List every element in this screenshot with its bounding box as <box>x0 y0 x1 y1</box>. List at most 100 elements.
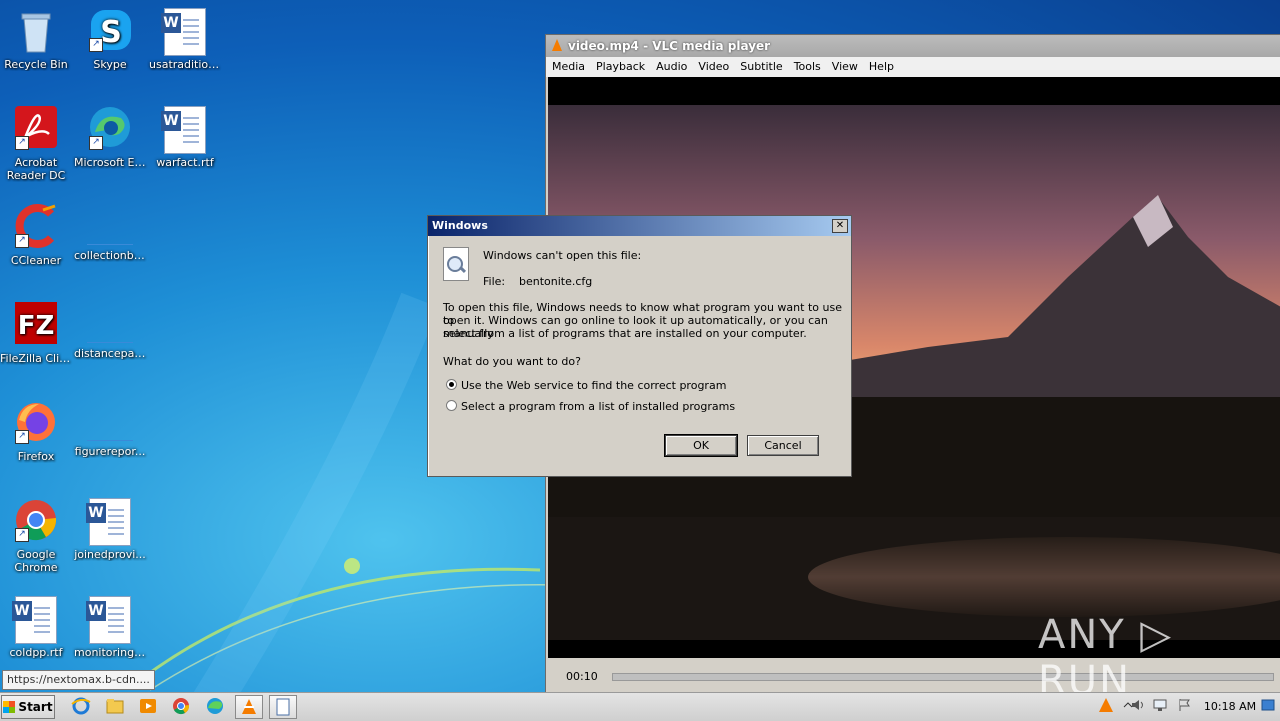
desktop-icon-ccleaner[interactable]: ↗ CCleaner <box>0 204 74 267</box>
svg-text:S: S <box>100 15 122 50</box>
desktop-icon-edge[interactable]: ↗ Microsoft Edge <box>72 106 148 169</box>
dialog-title-bar[interactable]: Windows <box>428 216 851 236</box>
icon-label: Firefox <box>17 450 55 463</box>
icon-label: Google Chrome <box>14 548 58 574</box>
taskbar-ie-button[interactable] <box>68 695 94 717</box>
radio-installed-programs[interactable] <box>446 400 457 411</box>
desktop-icon-acrobat[interactable]: ↗ Acrobat Reader DC <box>0 106 74 182</box>
icon-label: Microsoft Edge <box>74 156 148 169</box>
recycle-bin-icon <box>13 8 59 54</box>
edge-icon: ↗ <box>87 106 133 152</box>
desktop-icon-warfact[interactable]: W warfact.rtf <box>147 106 223 169</box>
dialog-close-button[interactable]: ✕ <box>832 219 848 233</box>
dialog-body: Windows can't open this file: File: bent… <box>428 237 851 475</box>
icon-label: Skype <box>93 58 127 71</box>
ccleaner-icon: ↗ <box>13 204 59 250</box>
vlc-menu-media[interactable]: Media <box>547 60 590 73</box>
word-doc-icon: W <box>86 596 131 644</box>
taskbar-media-player-button[interactable] <box>135 695 161 717</box>
icon-label: Acrobat Reader DC <box>6 156 66 182</box>
desktop-icon-joinedprovi[interactable]: W joinedprovi... <box>72 498 148 561</box>
radio-web-service[interactable] <box>446 379 457 390</box>
vlc-menu-tools[interactable]: Tools <box>789 60 826 73</box>
cancel-button[interactable]: Cancel <box>747 435 819 456</box>
icon-label: Recycle Bin <box>4 58 68 71</box>
shortcut-arrow-icon: ↗ <box>15 430 29 444</box>
ie-icon <box>71 697 91 715</box>
svg-text:FZ: FZ <box>18 311 55 341</box>
file-label: File: <box>483 275 506 288</box>
vlc-cone-icon <box>242 699 256 714</box>
vlc-menu-help[interactable]: Help <box>864 60 899 73</box>
open-with-dialog[interactable]: Windows ✕ Windows can't open this file: … <box>427 215 852 477</box>
vlc-menu-bar: Media Playback Audio Video Subtitle Tools View… <box>546 57 1280 77</box>
desktop-icon-firefox[interactable]: ↗ Firefox <box>0 400 74 463</box>
show-desktop-icon[interactable] <box>1260 697 1276 713</box>
desktop-icon-skype[interactable]: S ↗ Skype <box>72 8 148 71</box>
vlc-cone-icon <box>552 39 562 51</box>
icon-label: figurerepor... <box>74 445 146 458</box>
option-web-label[interactable]: Use the Web service to find the correct … <box>461 379 726 392</box>
vlc-tray-icon[interactable] <box>1098 697 1114 713</box>
icon-label: distancepas... <box>74 347 148 360</box>
vlc-menu-playback[interactable]: Playback <box>591 60 650 73</box>
icon-label: collectionbe... <box>74 249 148 262</box>
option-list-label[interactable]: Select a program from a list of installe… <box>461 400 735 413</box>
filezilla-icon: FZ <box>13 302 59 348</box>
action-center-flag-icon[interactable] <box>1176 697 1192 713</box>
taskbar-explorer-button[interactable] <box>102 695 128 717</box>
ok-button[interactable]: OK <box>664 434 738 457</box>
speaker-icon[interactable] <box>1130 697 1146 713</box>
start-button[interactable]: Start <box>1 695 55 719</box>
vlc-menu-subtitle[interactable]: Subtitle <box>735 60 787 73</box>
vlc-menu-view[interactable]: View <box>827 60 863 73</box>
blank-file-icon <box>87 318 133 343</box>
media-player-icon <box>140 699 156 713</box>
anyrun-watermark: ANY ▷ RUN <box>1038 612 1174 704</box>
document-icon <box>276 698 290 716</box>
icon-label: usatradition... <box>149 58 223 71</box>
word-doc-icon: W <box>161 106 206 154</box>
dialog-title: Windows <box>432 219 488 232</box>
word-doc-icon: W <box>86 498 131 546</box>
vlc-menu-video[interactable]: Video <box>693 60 734 73</box>
vlc-menu-audio[interactable]: Audio <box>651 60 692 73</box>
icon-label: CCleaner <box>10 254 62 267</box>
icon-label: FileZilla Client <box>0 352 74 365</box>
blank-file-icon <box>87 416 133 441</box>
desktop-icon-chrome[interactable]: ↗ Google Chrome <box>0 498 74 574</box>
vlc-title-bar[interactable]: video.mp4 - VLC media player <box>546 35 1280 57</box>
edge-icon <box>207 698 223 714</box>
vlc-elapsed-time: 00:10 <box>566 670 598 683</box>
taskbar: Start 10:18 AM <box>0 692 1280 721</box>
icon-label: joinedprovi... <box>74 548 146 561</box>
taskbar-vlc-button[interactable] <box>235 695 263 719</box>
desktop-icon-collectionbe[interactable]: collectionbe... <box>72 204 148 262</box>
dialog-description-3: select from a list of programs that are … <box>443 327 807 340</box>
taskbar-notepad-button[interactable] <box>269 695 297 719</box>
taskbar-chrome-button[interactable] <box>168 695 194 717</box>
desktop-icon-recycle-bin[interactable]: Recycle Bin <box>0 8 74 71</box>
chrome-icon: ↗ <box>13 498 59 544</box>
dialog-question: What do you want to do? <box>443 355 581 368</box>
shortcut-arrow-icon: ↗ <box>89 38 103 52</box>
desktop-icon-figurerepor[interactable]: figurerepor... <box>72 400 148 458</box>
desktop-icon-usatradition[interactable]: W usatradition... <box>147 8 223 71</box>
desktop-icon-monitoringpl[interactable]: W monitoringpl... <box>72 596 148 659</box>
start-label: Start <box>18 700 53 714</box>
taskbar-edge-button[interactable] <box>202 695 228 717</box>
shortcut-arrow-icon: ↗ <box>15 234 29 248</box>
shortcut-arrow-icon: ↗ <box>15 528 29 542</box>
desktop-icon-coldpp[interactable]: W coldpp.rtf <box>0 596 74 659</box>
word-doc-icon: W <box>12 596 57 644</box>
chrome-icon <box>173 698 190 715</box>
taskbar-clock[interactable]: 10:18 AM <box>1202 693 1258 721</box>
shortcut-arrow-icon: ↗ <box>89 136 103 150</box>
shortcut-arrow-icon: ↗ <box>15 136 29 150</box>
desktop-icon-distancepas[interactable]: distancepas... <box>72 302 148 360</box>
file-name: bentonite.cfg <box>519 275 593 288</box>
folder-icon <box>106 699 124 714</box>
desktop-icon-filezilla[interactable]: FZ FileZilla Client <box>0 302 74 365</box>
network-icon[interactable] <box>1152 697 1168 713</box>
windows-flag-icon <box>3 701 16 713</box>
